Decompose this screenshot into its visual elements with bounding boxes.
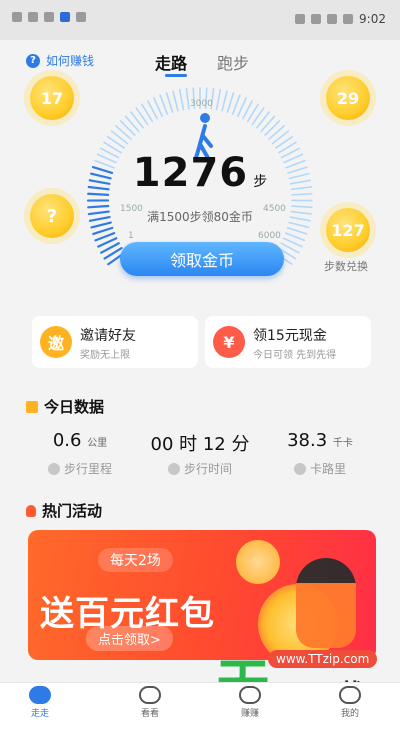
gauge-tick-6000: 6000 [258,231,281,241]
nav-earn-label: 赚赚 [210,706,290,719]
gauge-tick [288,228,307,234]
gauge-tick [265,121,279,135]
fire-icon [26,505,36,517]
nfc-icon [295,14,305,24]
today-data-title: 今日数据 [44,396,104,417]
shoe-icon [29,686,51,704]
nav-walk[interactable]: 走走 [0,686,80,719]
gauge-tick [121,121,135,135]
gauge-tick [217,90,221,110]
gauge-tick [227,93,233,112]
gauge-tick [222,91,227,110]
gauge-tick-3000: 3000 [190,99,213,109]
nav-earn[interactable]: 赚赚 [210,686,290,719]
claim-coins-button[interactable]: 领取金币 [120,242,284,276]
nav-walk-label: 走走 [0,706,80,719]
metric-calories-label: 卡路里 [260,460,380,477]
steps-number: 1276 [133,150,248,196]
goal-text: 满1500步领80金币 [0,208,400,225]
invite-title: 邀请好友 [80,325,136,345]
status-icons-right: 9:02 [295,12,386,26]
alarm-icon [311,14,321,24]
gauge-tick [96,233,115,240]
status-bar: 9:02 [0,0,400,40]
hot-activity-header: 热门活动 [26,500,102,521]
eye-icon [139,686,161,704]
coin-decoration-icon [236,540,280,584]
nav-me[interactable]: 我的 [310,686,390,719]
money-icon [239,686,261,704]
banner-cta-button[interactable]: 点击领取> [86,626,173,651]
today-data-header: 今日数据 [26,396,104,417]
chat-icon [76,12,86,22]
metric-time-label-text: 步行时间 [184,460,232,477]
metric-distance-label: 步行里程 [20,460,140,477]
metric-distance-label-text: 步行里程 [64,460,112,477]
person-illustration [296,558,356,648]
status-time: 9:02 [359,12,386,26]
gauge-tick [173,91,178,110]
metric-time: 00 时 12 分 [140,430,260,456]
flame-icon [294,463,306,475]
gauge-tick [160,95,167,114]
wifi-icon [28,12,38,22]
notification-icon [44,12,54,22]
metric-time-value: 00 时 12 分 [140,430,260,456]
metric-distance-unit: 公里 [87,438,107,449]
gauge-tick [167,93,173,112]
signal-icon [12,12,22,22]
bar-chart-icon [26,401,38,413]
metric-calories-value: 38.3 [287,430,327,451]
gauge-tick [180,90,184,110]
invite-subtitle: 奖励无上限 [80,346,130,361]
activity-banner[interactable]: 每天2场 送百元红包 点击领取> [28,530,376,660]
vibrate-icon [327,14,337,24]
battery-icon [343,14,353,24]
metric-calories-label-text: 卡路里 [310,460,346,477]
cash-title: 领15元现金 [253,325,327,345]
banner-pill: 每天2场 [98,548,173,572]
metric-time-label: 步行时间 [140,460,260,477]
metric-calories-unit: 千卡 [333,438,353,449]
location-icon [48,463,60,475]
metric-calories: 38.3 千卡 [260,430,380,451]
gauge-tick [186,89,188,109]
gauge-tick [233,95,240,114]
gauge-tick [93,228,112,234]
nav-watch[interactable]: 看看 [110,686,190,719]
watermark-url: www.TTzip.com [268,650,377,668]
step-count: 1276 步 [0,150,400,196]
nav-watch-label: 看看 [110,706,190,719]
cash-subtitle: 今日可领 先到先得 [253,346,336,361]
cash-card[interactable]: ¥ 领15元现金 今日可领 先到先得 [205,316,371,368]
user-icon [339,686,361,704]
steps-unit: 步 [253,174,267,190]
invite-friends-card[interactable]: 邀 邀请好友 奖励无上限 [32,316,198,368]
gauge-tick [286,233,305,240]
gauge-tick-1: 1 [128,231,134,241]
nav-me-label: 我的 [310,706,390,719]
app-icon [60,12,70,22]
metric-distance-value: 0.6 [53,430,82,451]
hot-activity-title: 热门活动 [42,500,102,521]
red-envelope-icon: ¥ [213,326,245,358]
metric-distance: 0.6 公里 [20,430,140,451]
clock-icon [168,463,180,475]
status-icons-left [12,12,86,22]
invite-icon: 邀 [40,326,72,358]
